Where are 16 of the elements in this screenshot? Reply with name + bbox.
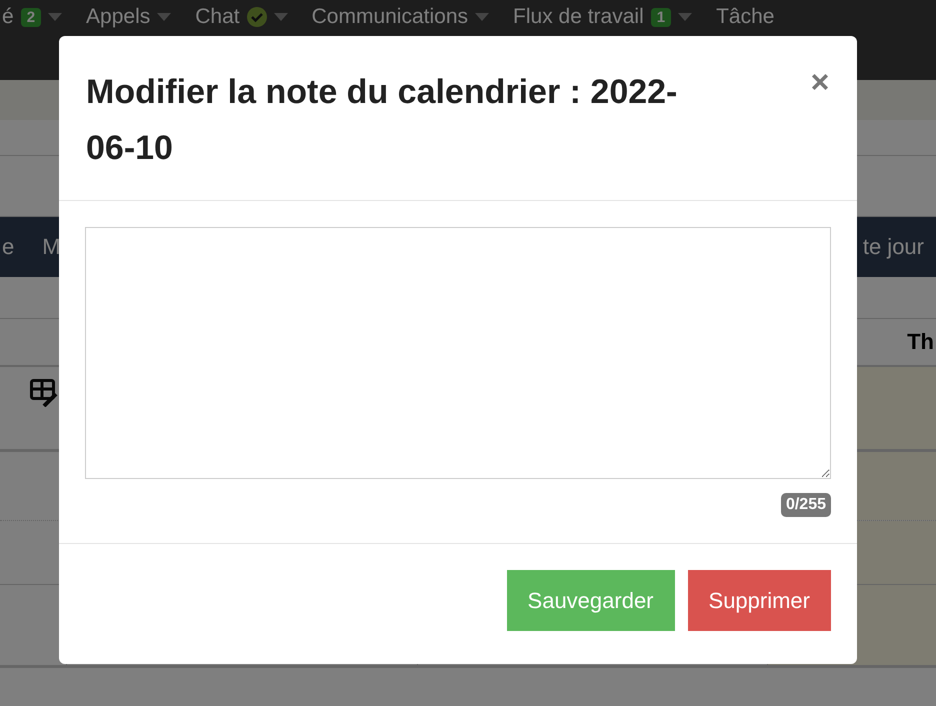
toolbar-item[interactable]: e: [2, 234, 14, 260]
column-header: Th: [907, 329, 934, 355]
nav-menu-item[interactable]: Communications: [312, 5, 490, 29]
nav-menu-item[interactable]: Flux de travail 1: [513, 5, 692, 29]
nav-menu-item[interactable]: Chat: [195, 5, 288, 29]
toolbar-item[interactable]: te jour: [862, 234, 924, 260]
dialog-title: Modifier la note du calendrier : 2022-06-10: [86, 72, 678, 169]
save-button[interactable]: Sauvegarder: [506, 570, 675, 631]
toolbar-item[interactable]: M: [42, 234, 61, 260]
nav-menu-item[interactable]: Appels: [86, 5, 172, 29]
delete-button[interactable]: Supprimer: [688, 570, 831, 631]
character-counter: 0/255: [780, 493, 831, 517]
nav-menu-item[interactable]: Tâche: [716, 5, 774, 29]
count-badge: 1: [650, 8, 672, 26]
count-badge: 2: [20, 8, 42, 26]
nav-menu-item[interactable]: é 2: [2, 5, 62, 29]
